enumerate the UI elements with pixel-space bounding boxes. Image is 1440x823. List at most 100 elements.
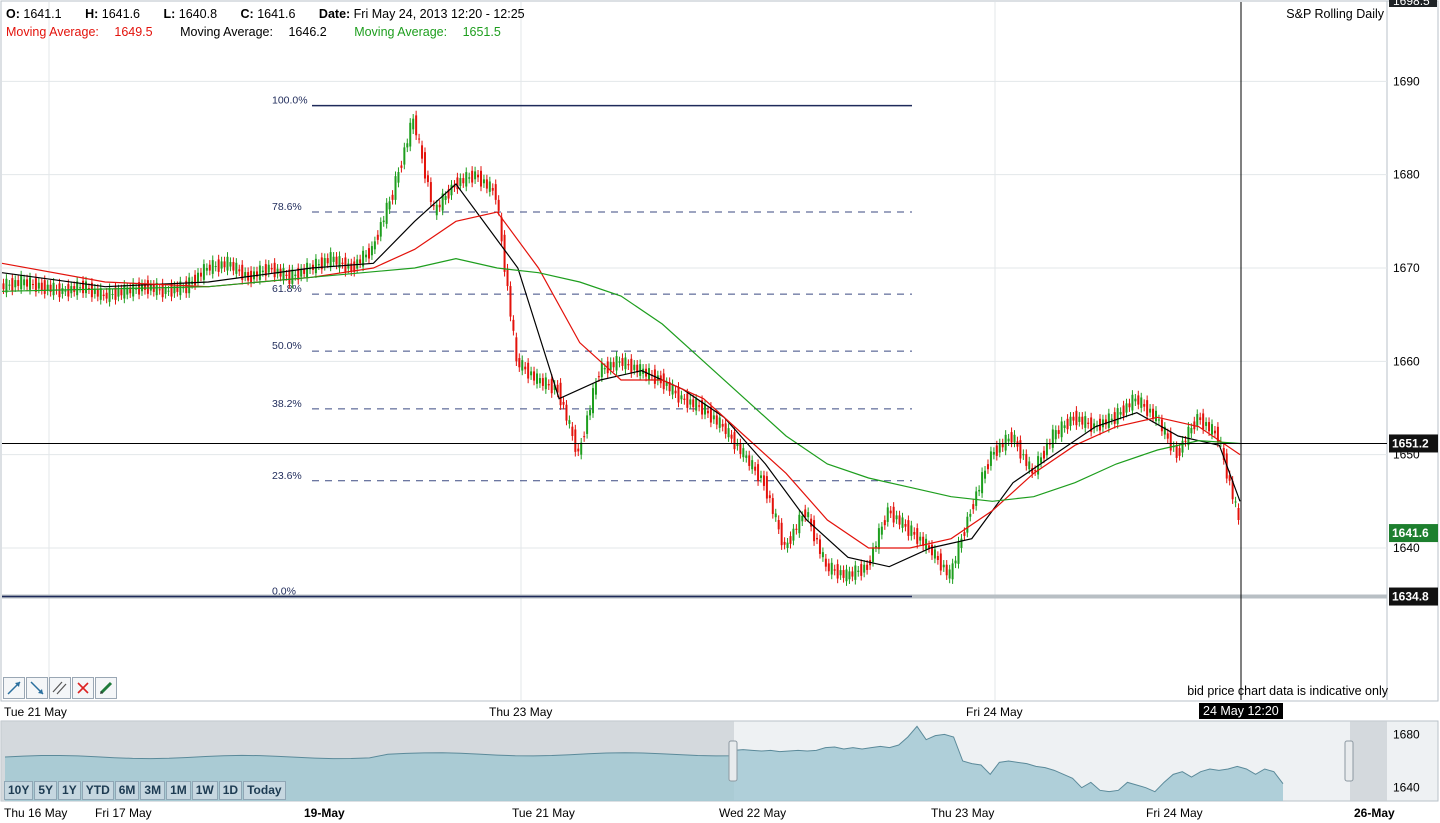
candle-body: [1140, 397, 1143, 408]
ma-black-value: 1646.2: [288, 25, 327, 39]
candle-body: [1208, 422, 1211, 432]
candle-body: [609, 362, 612, 370]
candle-body: [762, 475, 765, 486]
candle-body: [1237, 508, 1240, 520]
range-ytd-button[interactable]: YTD: [81, 781, 114, 800]
candle-body: [388, 201, 391, 210]
candle-body: [391, 194, 394, 200]
candle-body: [544, 377, 547, 390]
high-label: H:: [85, 7, 99, 21]
candle-body: [821, 552, 824, 558]
candle-body: [851, 571, 854, 577]
range-1w-button[interactable]: 1W: [191, 781, 218, 800]
trend-line-icon[interactable]: [3, 677, 25, 699]
candle-body: [482, 179, 485, 184]
low-price-label: 1634.8: [1392, 590, 1429, 604]
candle-body: [406, 143, 409, 148]
candle-body: [202, 264, 205, 280]
candle-body: [854, 565, 857, 580]
candle-body: [170, 284, 173, 297]
candle-body: [291, 269, 294, 284]
candle-body: [527, 362, 530, 379]
candle-body: [73, 286, 76, 292]
range-1m-button[interactable]: 1M: [166, 781, 191, 800]
candle-body: [1045, 443, 1048, 456]
candle-body: [960, 538, 963, 548]
candle-body: [450, 184, 453, 196]
candle-body: [459, 178, 462, 186]
candle-body: [562, 401, 565, 405]
navigator-x-label: 26-May: [1354, 806, 1395, 820]
range-10y-button[interactable]: 10Y: [4, 781, 34, 800]
open-label: O:: [6, 7, 20, 21]
parallel-channel-icon[interactable]: [49, 677, 71, 699]
candle-body: [1184, 440, 1187, 442]
candle-body: [780, 522, 783, 546]
candle-body: [462, 178, 465, 184]
crosshair-price-label: 1651.2: [1392, 436, 1429, 450]
candle-body: [488, 181, 491, 192]
candle-body: [1069, 416, 1072, 426]
ray-icon[interactable]: [26, 677, 48, 699]
candle-body: [718, 417, 721, 428]
y-top-label: 1698.5: [1393, 0, 1430, 8]
candle-body: [1181, 440, 1184, 453]
pencil-icon[interactable]: [95, 677, 117, 699]
candle-body: [397, 172, 400, 183]
candle-body: [64, 290, 67, 292]
candle-body: [748, 455, 751, 466]
candle-body: [418, 138, 421, 140]
candle-body: [211, 260, 214, 274]
candle-body: [583, 436, 586, 438]
candle-body: [848, 571, 851, 580]
y-tick-label: 1680: [1393, 168, 1420, 182]
delete-icon[interactable]: [72, 677, 94, 699]
candle-body: [597, 376, 600, 378]
candle-body: [724, 423, 727, 434]
candle-body: [1110, 418, 1113, 420]
candle-body: [105, 292, 108, 299]
candle-body: [479, 170, 482, 187]
range-1d-button[interactable]: 1D: [218, 781, 243, 800]
candle-body: [1087, 422, 1090, 424]
candle-body: [117, 289, 120, 297]
range-today-button[interactable]: Today: [243, 781, 286, 800]
candle-body: [485, 179, 488, 189]
high-value: 1641.6: [101, 7, 141, 21]
candle-body: [768, 495, 771, 499]
range-5y-button[interactable]: 5Y: [34, 781, 58, 800]
candle-body: [1072, 416, 1075, 421]
candle-body: [11, 278, 14, 291]
candle-body: [1016, 441, 1019, 447]
candle-body: [995, 445, 998, 456]
range-3m-button[interactable]: 3M: [140, 781, 166, 800]
candle-body: [886, 507, 889, 522]
candle-body: [827, 563, 830, 572]
candle-body: [1134, 398, 1137, 402]
candle-body: [494, 184, 497, 200]
range-6m-button[interactable]: 6M: [114, 781, 140, 800]
candle-body: [818, 539, 821, 554]
candle-body: [1122, 405, 1125, 416]
candle-body: [533, 371, 536, 381]
y-tick-label: 1670: [1393, 261, 1420, 275]
range-1y-button[interactable]: 1Y: [58, 781, 81, 800]
candle-body: [975, 491, 978, 506]
candle-body: [919, 536, 922, 541]
candle-body: [1022, 454, 1025, 456]
candle-body: [801, 516, 804, 522]
candle-body: [506, 268, 509, 287]
candle-body: [194, 274, 197, 286]
candle-body: [698, 405, 701, 407]
y-tick-label: 1640: [1393, 541, 1420, 555]
date-value: Fri May 24, 2013 12:20 - 12:25: [353, 7, 525, 21]
candle-body: [208, 264, 211, 271]
candle-body: [1040, 457, 1043, 463]
candle-body: [329, 252, 332, 267]
candle-body: [49, 284, 52, 292]
candle-body: [680, 395, 683, 400]
candle-body: [730, 434, 733, 439]
candle-body: [966, 516, 969, 533]
chart-canvas[interactable]: 1640165016601670168016901698.5100.0%78.6…: [0, 0, 1440, 823]
candle-body: [754, 466, 757, 471]
